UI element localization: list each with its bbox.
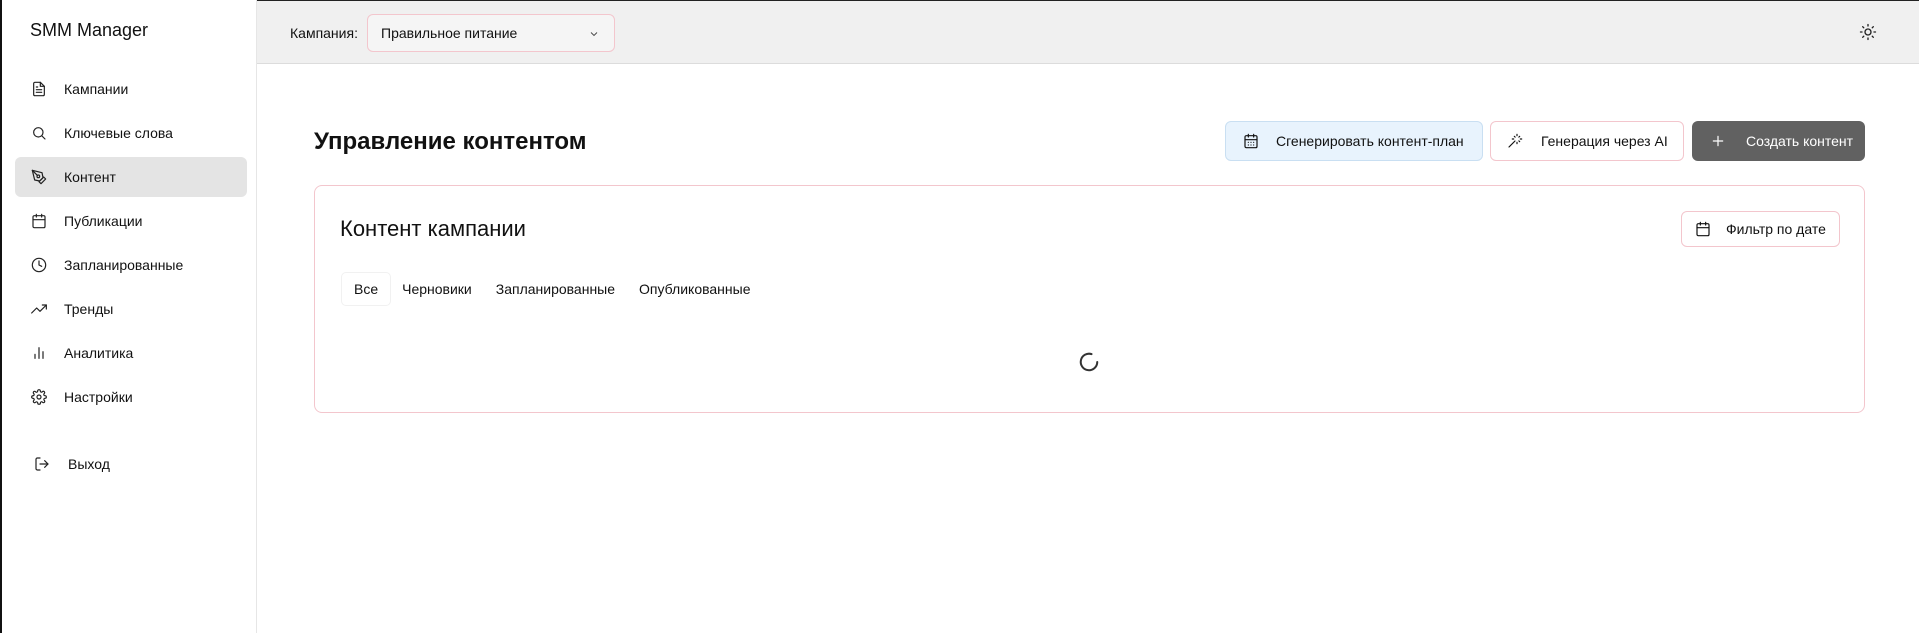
campaign-select[interactable]: Правильное питание (367, 14, 615, 52)
calendar-icon (1244, 133, 1258, 149)
app-title: SMM Manager (30, 20, 149, 40)
calendar-icon (31, 213, 47, 229)
theme-toggle-button[interactable] (1859, 23, 1879, 43)
clock-icon (31, 257, 47, 273)
sidebar-item-label: Тренды (64, 301, 114, 317)
campaign-selected-value: Правильное питание (381, 25, 518, 41)
sidebar-item-label: Ключевые слова (64, 125, 173, 141)
tab-all[interactable]: Все (342, 273, 391, 305)
logout-button[interactable]: Выход (34, 456, 110, 472)
sidebar-nav: Кампании Ключевые слова Контент Публикац… (15, 69, 247, 421)
pen-tool-icon (31, 169, 47, 185)
magic-wand-icon (1508, 133, 1523, 148)
sun-icon (1859, 23, 1877, 41)
sidebar: SMM Manager Кампании Ключевые слова Конт… (0, 0, 257, 633)
ai-generation-label: Генерация через AI (1541, 133, 1668, 149)
sidebar-item-content[interactable]: Контент (15, 157, 247, 197)
campaign-content-card: Контент кампании Фильтр по дате Все Черн… (314, 185, 1865, 413)
sidebar-item-label: Аналитика (64, 345, 134, 361)
topbar: Кампания: Правильное питание (257, 0, 1919, 64)
sidebar-item-scheduled[interactable]: Запланированные (15, 245, 247, 285)
create-content-button[interactable]: Создать контент (1692, 121, 1865, 161)
calendar-icon (1696, 221, 1710, 237)
date-filter-label: Фильтр по дате (1726, 221, 1826, 237)
settings-icon (31, 389, 47, 405)
campaign-label: Кампания: (290, 25, 358, 41)
sidebar-item-label: Кампании (64, 81, 129, 97)
sidebar-item-label: Публикации (64, 213, 143, 229)
date-filter-button[interactable]: Фильтр по дате (1681, 211, 1840, 247)
page-title: Управление контентом (314, 128, 587, 155)
content-tabs: Все Черновики Запланированные Опубликова… (342, 273, 762, 305)
sidebar-item-publications[interactable]: Публикации (15, 201, 247, 241)
tab-scheduled[interactable]: Запланированные (484, 273, 627, 305)
sidebar-item-trends[interactable]: Тренды (15, 289, 247, 329)
generate-content-plan-label: Сгенерировать контент-план (1276, 133, 1464, 149)
file-text-icon (31, 81, 47, 97)
generate-content-plan-button[interactable]: Сгенерировать контент-план (1225, 121, 1483, 161)
tab-drafts[interactable]: Черновики (390, 273, 484, 305)
sidebar-item-label: Контент (64, 169, 116, 185)
plus-icon (1712, 135, 1724, 147)
tab-published[interactable]: Опубликованные (627, 273, 762, 305)
sidebar-item-analytics[interactable]: Аналитика (15, 333, 247, 373)
trending-up-icon (31, 301, 47, 317)
sidebar-item-label: Настройки (64, 389, 133, 405)
bar-chart-icon (31, 345, 47, 361)
chevron-down-icon (588, 27, 600, 43)
sidebar-item-campaigns[interactable]: Кампании (15, 69, 247, 109)
sidebar-item-label: Запланированные (64, 257, 184, 273)
log-out-icon (35, 457, 49, 471)
card-title: Контент кампании (340, 216, 526, 241)
ai-generation-button[interactable]: Генерация через AI (1490, 121, 1684, 161)
sidebar-item-settings[interactable]: Настройки (15, 377, 247, 417)
sidebar-item-keywords[interactable]: Ключевые слова (15, 113, 247, 153)
search-icon (31, 125, 47, 141)
loading-spinner-icon (1078, 351, 1100, 373)
logout-label: Выход (68, 456, 110, 472)
create-content-label: Создать контент (1746, 133, 1854, 149)
